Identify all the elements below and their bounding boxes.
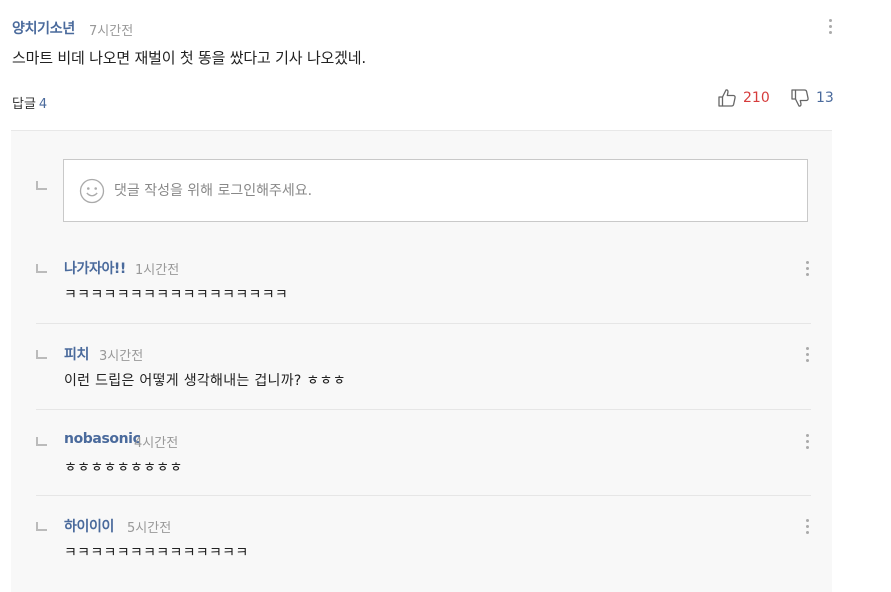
reply-item: 하이이이 5시간전 ㅋㅋㅋㅋㅋㅋㅋㅋㅋㅋㅋㅋㅋㅋ xyxy=(36,516,811,566)
reply-text: ㅋㅋㅋㅋㅋㅋㅋㅋㅋㅋㅋㅋㅋㅋㅋㅋㅋ xyxy=(64,287,289,303)
reply-login-box[interactable]: 댓글 작성을 위해 로그인해주세요. xyxy=(63,159,808,222)
reply-section: 댓글 작성을 위해 로그인해주세요. 나가자아!! 1시간전 ㅋㅋㅋㅋㅋㅋㅋㅋㅋ… xyxy=(11,130,832,592)
reply-toggle-button[interactable]: 답글 4 xyxy=(12,93,47,112)
reply-author[interactable]: 하이이이 xyxy=(64,516,114,536)
reply-time: 5시간전 xyxy=(127,521,172,536)
reply-arrow-icon xyxy=(36,350,47,359)
reply-text: ㅎㅎㅎㅎㅎㅎㅎㅎㅎ xyxy=(64,460,183,476)
reply-text: ㅋㅋㅋㅋㅋㅋㅋㅋㅋㅋㅋㅋㅋㅋ xyxy=(64,545,249,561)
reply-arrow-icon xyxy=(36,522,47,531)
reply-item: 나가자아!! 1시간전 ㅋㅋㅋㅋㅋㅋㅋㅋㅋㅋㅋㅋㅋㅋㅋㅋㅋ xyxy=(36,258,811,324)
more-icon[interactable] xyxy=(800,431,814,453)
reply-author[interactable]: 피치 xyxy=(64,344,89,364)
reply-item: nobasonic 4시간전 ㅎㅎㅎㅎㅎㅎㅎㅎㅎ xyxy=(36,431,811,496)
reply-time: 3시간전 xyxy=(99,349,144,364)
reply-author[interactable]: nobasonic xyxy=(64,431,141,447)
reply-count: 4 xyxy=(38,97,48,112)
comment-text: 스마트 비데 나오면 재벌이 첫 똥을 쌌다고 기사 나오겠네. xyxy=(12,49,366,67)
more-icon[interactable] xyxy=(800,344,814,366)
dislike-count: 13 xyxy=(816,90,834,106)
reply-text: 이런 드립은 어떻게 생각해내는 겁니까? ㅎㅎㅎ xyxy=(64,373,346,389)
reply-arrow-icon xyxy=(36,264,47,273)
comment-author[interactable]: 양치기소년 xyxy=(12,18,75,38)
reply-author[interactable]: 나가자아!! xyxy=(64,258,126,278)
reply-label: 답글 xyxy=(12,97,36,112)
more-icon[interactable] xyxy=(800,516,814,538)
reply-item: 피치 3시간전 이런 드립은 어떻게 생각해내는 겁니까? ㅎㅎㅎ xyxy=(36,344,811,410)
reply-time: 4시간전 xyxy=(134,436,179,451)
reply-arrow-icon xyxy=(36,181,47,190)
more-icon[interactable] xyxy=(800,258,814,280)
comment: 양치기소년 7시간전 스마트 비데 나오면 재벌이 첫 똥을 쌌다고 기사 나오… xyxy=(0,0,891,130)
thumbs-up-icon xyxy=(718,89,736,107)
smiley-icon xyxy=(79,178,105,204)
like-button[interactable]: 210 xyxy=(717,87,770,109)
reply-arrow-icon xyxy=(36,437,47,446)
comment-time: 7시간전 xyxy=(89,24,134,39)
dislike-button[interactable]: 13 xyxy=(790,87,834,109)
reply-time: 1시간전 xyxy=(135,263,180,278)
like-count: 210 xyxy=(743,90,770,106)
login-prompt: 댓글 작성을 위해 로그인해주세요. xyxy=(114,183,313,199)
more-icon[interactable] xyxy=(822,16,838,40)
thumbs-down-icon xyxy=(791,89,809,107)
